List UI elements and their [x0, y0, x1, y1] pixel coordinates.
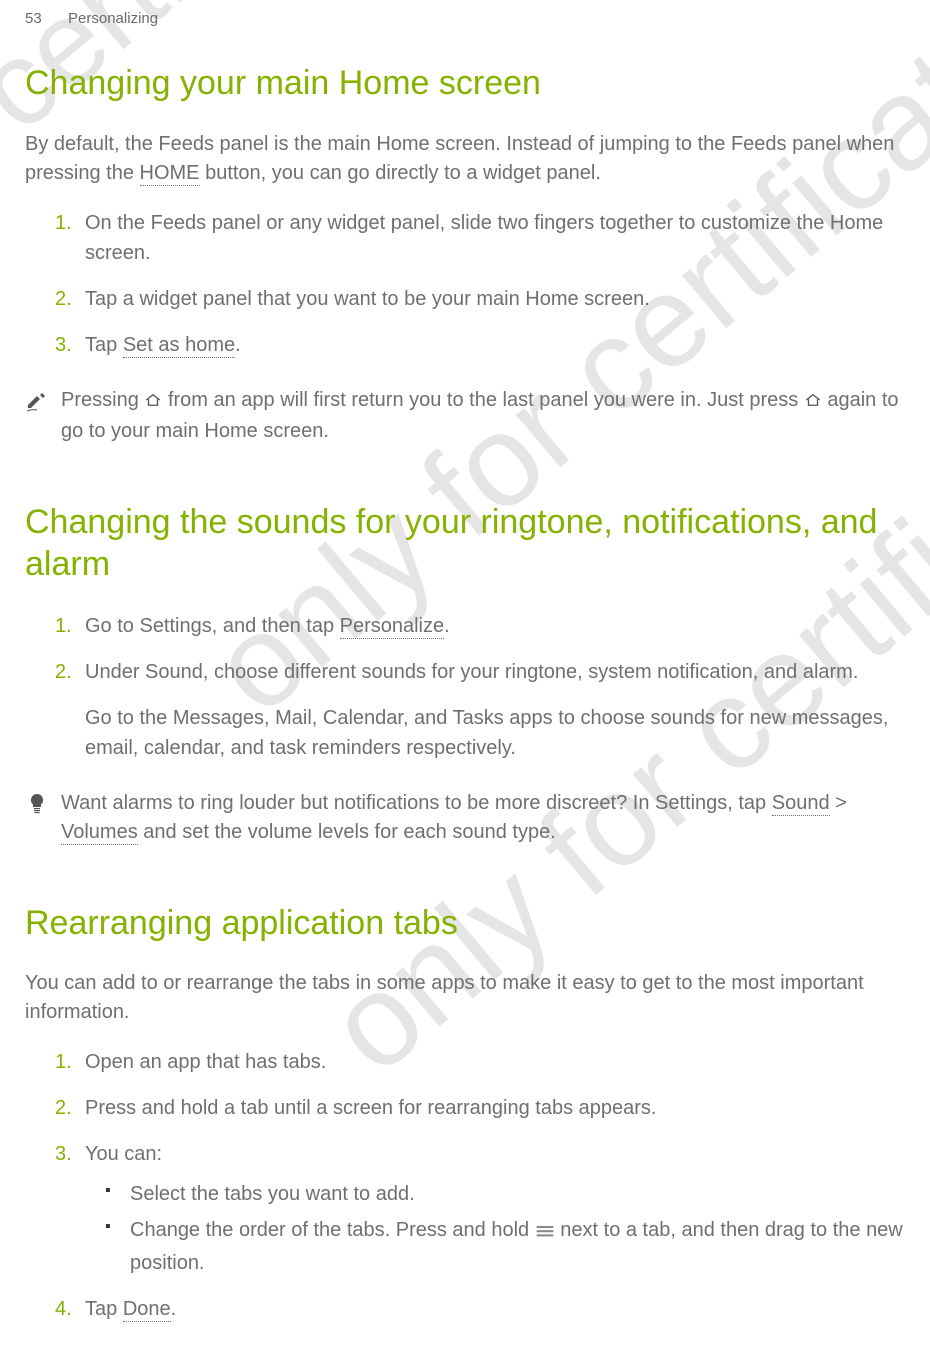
drag-handle-icon	[535, 1218, 555, 1248]
step-item: 1. Go to Settings, and then tap Personal…	[55, 611, 905, 641]
step-item: 2.Press and hold a tab until a screen fo…	[55, 1093, 905, 1123]
page-number: 53	[25, 10, 42, 27]
home-icon	[144, 388, 162, 417]
heading-tabs: Rearranging application tabs	[25, 902, 905, 945]
step-item: 3.You can: Select the tabs you want to a…	[55, 1139, 905, 1278]
heading-home-screen: Changing your main Home screen	[25, 62, 905, 105]
tip-bulb-icon	[25, 791, 53, 820]
step-item: 1.On the Feeds panel or any widget panel…	[55, 208, 905, 268]
home-icon	[804, 388, 822, 417]
set-as-home-label: Set as home	[123, 334, 235, 358]
steps-list: 1. Go to Settings, and then tap Personal…	[55, 611, 905, 763]
page-header: 53 Personalizing	[25, 10, 905, 27]
tip-box: Want alarms to ring louder but notificat…	[25, 783, 905, 847]
done-label: Done	[123, 1298, 171, 1322]
note-text: Pressing from an app will first return y…	[61, 386, 905, 446]
sound-label: Sound	[772, 792, 830, 816]
step-item: 2.Tap a widget panel that you want to be…	[55, 284, 905, 314]
step-item: 3.Tap Set as home.	[55, 330, 905, 360]
home-button-label: HOME	[140, 162, 200, 186]
bullet-item: Select the tabs you want to add.	[105, 1179, 905, 1209]
intro-text: You can add to or rearrange the tabs in …	[25, 969, 905, 1027]
step-item: 2. Under Sound, choose different sounds …	[55, 657, 905, 763]
step-item: 1.Open an app that has tabs.	[55, 1047, 905, 1077]
bullet-list: Select the tabs you want to add. Change …	[105, 1179, 905, 1278]
step-item: 4. Tap Done.	[55, 1294, 905, 1324]
chapter-name: Personalizing	[68, 10, 158, 27]
tip-text: Want alarms to ring louder but notificat…	[61, 789, 905, 847]
bullet-item: Change the order of the tabs. Press and …	[105, 1215, 905, 1278]
steps-list: 1.On the Feeds panel or any widget panel…	[55, 208, 905, 360]
personalize-label: Personalize	[340, 615, 445, 639]
volumes-label: Volumes	[61, 821, 138, 845]
intro-text: By default, the Feeds panel is the main …	[25, 130, 905, 188]
heading-sounds: Changing the sounds for your ringtone, n…	[25, 501, 905, 586]
note-box: Pressing from an app will first return y…	[25, 380, 905, 446]
steps-list: 1.Open an app that has tabs. 2.Press and…	[55, 1047, 905, 1324]
note-pen-icon	[25, 388, 53, 417]
